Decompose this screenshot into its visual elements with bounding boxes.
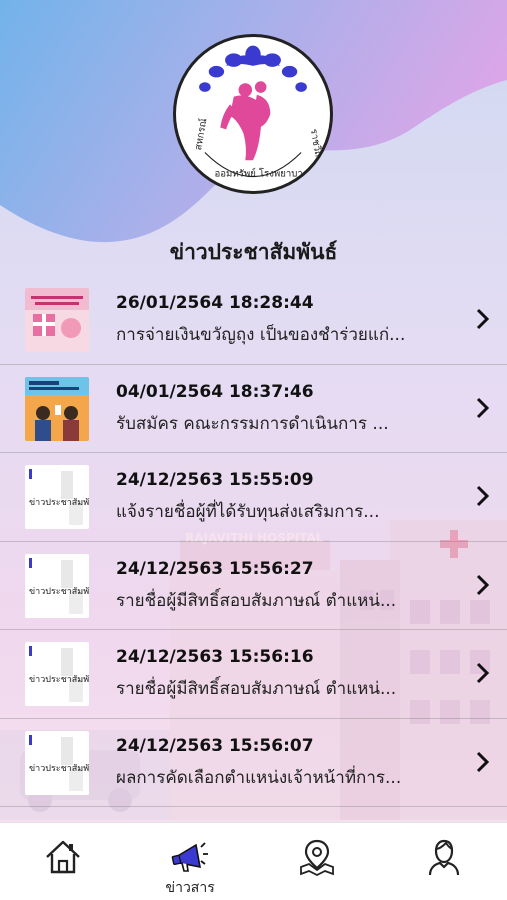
- pr-thumbnail-icon: ข่าวประชาสัมพันธ์: [25, 553, 89, 618]
- bottom-tab-bar: ข่าวสาร: [0, 822, 507, 900]
- news-item[interactable]: ข่าวประชาสัมพันธ์ 24/12/2563 15:56:07 ผล…: [0, 719, 507, 807]
- tab-news[interactable]: ข่าวสาร: [127, 823, 254, 900]
- chevron-right-icon[interactable]: [473, 749, 493, 775]
- svg-text:ข่าวประชาสัมพันธ์: ข่าวประชาสัมพันธ์: [29, 496, 89, 508]
- news-item[interactable]: ข่าวประชาสัมพันธ์ 24/12/2563 15:56:16 รา…: [0, 630, 507, 719]
- news-date: 24/12/2563 15:56:27: [116, 558, 314, 579]
- map-location-icon: [299, 839, 334, 877]
- user-icon: [428, 839, 459, 876]
- chevron-right-icon[interactable]: [473, 395, 493, 421]
- chevron-right-icon[interactable]: [473, 572, 493, 598]
- news-date: 26/01/2564 18:28:44: [116, 293, 314, 313]
- tab-profile[interactable]: [380, 823, 507, 900]
- news-item[interactable]: 26/01/2564 18:28:44 การจ่ายเงินขวัญถุง เ…: [0, 276, 507, 365]
- pr-thumbnail-icon: ข่าวประชาสัมพันธ์: [25, 465, 89, 529]
- news-date: 04/01/2564 18:37:46: [116, 381, 314, 402]
- news-title: ผลการคัดเลือกตำแหน่งเจ้าหน้าที่การ...: [116, 767, 402, 788]
- cooperative-logo: สหกรณ์ ราชวิถี ออมทรัพย์ โรงพยาบาล: [173, 34, 333, 194]
- svg-text:ข่าวประชาสัมพันธ์: ข่าวประชาสัมพันธ์: [29, 673, 89, 685]
- svg-text:ออมทรัพย์ โรงพยาบาล: ออมทรัพย์ โรงพยาบาล: [215, 168, 309, 180]
- chevron-right-icon[interactable]: [473, 660, 493, 686]
- tab-location[interactable]: [254, 823, 381, 900]
- tab-news-label: ข่าวสาร: [165, 880, 215, 896]
- gift-thumbnail-icon: [25, 288, 89, 352]
- tab-home[interactable]: [0, 823, 127, 900]
- news-item[interactable]: ข่าวประชาสัมพันธ์ 24/12/2563 15:55:09 แจ…: [0, 453, 507, 542]
- pr-thumbnail-icon: ข่าวประชาสัมพันธ์: [25, 730, 89, 795]
- news-list[interactable]: 26/01/2564 18:28:44 การจ่ายเงินขวัญถุง เ…: [0, 276, 507, 822]
- chevron-right-icon[interactable]: [473, 483, 493, 509]
- home-icon: [46, 840, 81, 874]
- megaphone-icon: [171, 842, 209, 872]
- news-item[interactable]: 04/01/2564 18:37:46 รับสมัคร คณะกรรมการด…: [0, 365, 507, 453]
- news-item[interactable]: ข่าวประชาสัมพันธ์ 24/12/2563 15:56:27 รา…: [0, 542, 507, 630]
- news-title: รับสมัคร คณะกรรมการดำเนินการ ...: [116, 413, 389, 434]
- news-title: การจ่ายเงินขวัญถุง เป็นของชำร่วยแก่...: [116, 325, 406, 345]
- news-title: รายชื่อผู้มีสิทธิ์สอบสัมภาษณ์ ตำแหน่...: [116, 679, 397, 699]
- recruitment-thumbnail-icon: [25, 376, 89, 441]
- chevron-right-icon[interactable]: [473, 306, 493, 332]
- pr-thumbnail-icon: ข่าวประชาสัมพันธ์: [25, 642, 89, 706]
- news-title: แจ้งรายชื่อผู้ที่ได้รับทุนส่งเสริมการ...: [116, 502, 380, 522]
- svg-text:ข่าวประชาสัมพันธ์: ข่าวประชาสัมพันธ์: [29, 585, 89, 597]
- news-date: 24/12/2563 15:55:09: [116, 470, 314, 490]
- news-date: 24/12/2563 15:56:16: [116, 647, 314, 667]
- news-title: รายชื่อผู้มีสิทธิ์สอบสัมภาษณ์ ตำแหน่...: [116, 590, 397, 611]
- news-date: 24/12/2563 15:56:07: [116, 735, 314, 756]
- svg-text:ข่าวประชาสัมพันธ์: ข่าวประชาสัมพันธ์: [29, 762, 89, 774]
- page-title: ข่าวประชาสัมพันธ์: [169, 240, 338, 264]
